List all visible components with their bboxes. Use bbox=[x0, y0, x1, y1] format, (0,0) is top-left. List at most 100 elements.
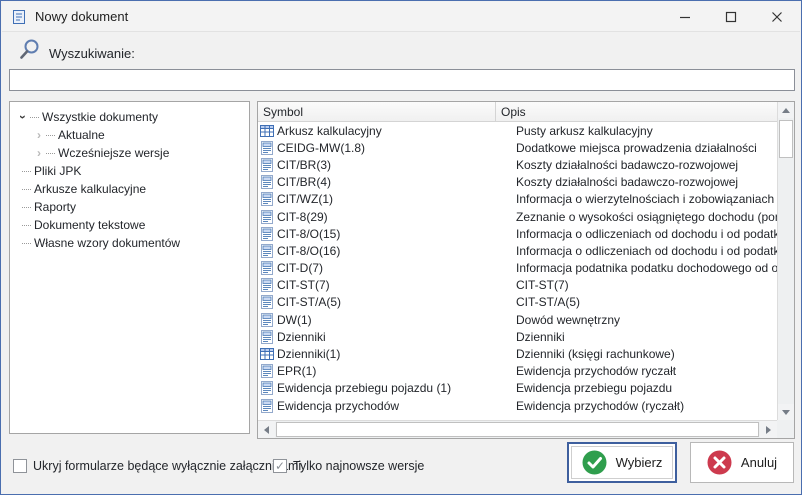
form-icon bbox=[260, 278, 274, 292]
form-icon bbox=[260, 192, 274, 206]
arrow-left-icon bbox=[264, 426, 269, 434]
horizontal-scrollbar[interactable] bbox=[258, 420, 777, 438]
search-label: Wyszukiwanie: bbox=[49, 46, 135, 61]
table-row[interactable]: CIT-ST(7) CIT-ST(7) bbox=[258, 277, 777, 294]
spreadsheet-icon bbox=[260, 124, 274, 138]
tree-item[interactable]: › Aktualne bbox=[10, 126, 249, 144]
hide-attachments-checkbox[interactable]: ✓ bbox=[13, 459, 27, 473]
row-symbol: Ewidencja przychodów bbox=[277, 399, 506, 413]
tree-connector bbox=[22, 189, 31, 190]
table-row[interactable]: Dzienniki Dzienniki bbox=[258, 328, 777, 345]
row-opis: Ewidencja przychodów ryczałt bbox=[506, 364, 777, 378]
tree-item[interactable]: › Dokumenty tekstowe bbox=[10, 216, 249, 234]
scroll-up-button[interactable] bbox=[778, 102, 794, 118]
form-icon bbox=[260, 364, 274, 378]
horizontal-scroll-track[interactable] bbox=[275, 421, 760, 438]
maximize-button[interactable] bbox=[708, 2, 754, 32]
row-symbol: Dzienniki bbox=[277, 330, 506, 344]
tree-item-label: Wszystkie dokumenty bbox=[42, 110, 158, 124]
row-symbol: CIT-8(29) bbox=[277, 210, 506, 224]
document-category-tree[interactable]: › Wszystkie dokumenty › Aktualne › Wcześ… bbox=[9, 101, 250, 434]
close-button[interactable] bbox=[754, 2, 800, 32]
table-row[interactable]: CIT/BR(4) Koszty działalności badawczo-r… bbox=[258, 174, 777, 191]
arrow-right-icon bbox=[766, 426, 771, 434]
chevron-icon[interactable]: › bbox=[34, 148, 44, 158]
newest-versions-checkbox[interactable]: ✓ bbox=[273, 459, 287, 473]
row-opis: Dzienniki bbox=[506, 330, 777, 344]
row-symbol: CIT/WZ(1) bbox=[277, 192, 506, 206]
hide-attachments-label: Ukryj formularze będące wyłącznie załącz… bbox=[33, 459, 301, 473]
scroll-down-button[interactable] bbox=[778, 404, 794, 420]
row-opis: Koszty działalności badawczo-rozwojowej bbox=[506, 175, 777, 189]
newest-versions-checkbox-row[interactable]: ✓ Tylko najnowsze wersje bbox=[273, 459, 424, 473]
tree-item[interactable]: › Pliki JPK bbox=[10, 162, 249, 180]
tree-connector bbox=[30, 117, 39, 118]
chevron-icon[interactable]: › bbox=[34, 130, 44, 140]
hide-attachments-checkbox-row[interactable]: ✓ Ukryj formularze będące wyłącznie załą… bbox=[13, 459, 301, 473]
row-opis: Koszty działalności badawczo-rozwojowej bbox=[506, 158, 777, 172]
table-row[interactable]: CEIDG-MW(1.8) Dodatkowe miejsca prowadze… bbox=[258, 139, 777, 156]
tree-item-label: Aktualne bbox=[58, 128, 105, 142]
row-opis: CIT-ST/A(5) bbox=[506, 295, 777, 309]
row-symbol: CIT-ST(7) bbox=[277, 278, 506, 292]
vertical-scroll-thumb[interactable] bbox=[779, 120, 793, 158]
check-circle-icon bbox=[582, 450, 607, 475]
row-symbol: CIT-8/O(15) bbox=[277, 227, 506, 241]
cancel-button[interactable]: Anuluj bbox=[690, 442, 794, 483]
tree-item[interactable]: › Własne wzory dokumentów bbox=[10, 234, 249, 252]
row-symbol: CIT/BR(4) bbox=[277, 175, 506, 189]
tree-item-label: Własne wzory dokumentów bbox=[34, 236, 180, 250]
table-row[interactable]: Ewidencja przebiegu pojazdu (1) Ewidencj… bbox=[258, 380, 777, 397]
row-opis: Dzienniki (księgi rachunkowe) bbox=[506, 347, 777, 361]
page-title: Nowy dokument bbox=[35, 9, 128, 24]
row-opis: Informacja podatnika podatku dochodowego… bbox=[506, 261, 777, 275]
row-symbol: Ewidencja przebiegu pojazdu (1) bbox=[277, 381, 506, 395]
row-opis: Informacja o odliczeniach od dochodu i o… bbox=[506, 244, 777, 258]
x-circle-icon bbox=[707, 450, 732, 475]
table-row[interactable]: Arkusz kalkulacyjny Pusty arkusz kalkula… bbox=[258, 122, 777, 139]
form-icon bbox=[260, 381, 274, 395]
table-row[interactable]: Dzienniki(1) Dzienniki (księgi rachunkow… bbox=[258, 345, 777, 362]
column-header-opis[interactable]: Opis bbox=[496, 102, 777, 121]
table-row[interactable]: CIT/BR(3) Koszty działalności badawczo-r… bbox=[258, 156, 777, 173]
form-icon bbox=[260, 399, 274, 413]
form-icon bbox=[260, 175, 274, 189]
tree-item[interactable]: › Wszystkie dokumenty bbox=[10, 108, 249, 126]
table-row[interactable]: CIT-D(7) Informacja podatnika podatku do… bbox=[258, 260, 777, 277]
table-row[interactable]: CIT-8(29) Zeznanie o wysokości osiągnięt… bbox=[258, 208, 777, 225]
form-icon bbox=[260, 227, 274, 241]
table-row[interactable]: CIT-ST/A(5) CIT-ST/A(5) bbox=[258, 294, 777, 311]
scroll-left-button[interactable] bbox=[258, 421, 275, 438]
tree-item[interactable]: › Wcześniejsze wersje bbox=[10, 144, 249, 162]
scroll-right-button[interactable] bbox=[760, 421, 777, 438]
table-row[interactable]: CIT-8/O(16) Informacja o odliczeniach od… bbox=[258, 242, 777, 259]
cancel-button-label: Anuluj bbox=[741, 455, 777, 470]
table-row[interactable]: Ewidencja przychodów Ewidencja przychodó… bbox=[258, 397, 777, 414]
new-document-dialog: Nowy dokument Wyszukiwanie: › Wszystkie … bbox=[0, 0, 802, 495]
tree-item[interactable]: › Arkusze kalkulacyjne bbox=[10, 180, 249, 198]
minimize-button[interactable] bbox=[662, 2, 708, 32]
table-row[interactable]: DW(1) Dowód wewnętrzny bbox=[258, 311, 777, 328]
form-icon bbox=[260, 210, 274, 224]
search-icon bbox=[18, 37, 42, 61]
vertical-scrollbar[interactable] bbox=[777, 102, 794, 420]
tree-connector bbox=[22, 243, 31, 244]
row-opis: Zeznanie o wysokości osiągniętego dochod… bbox=[506, 210, 777, 224]
vertical-scroll-track[interactable] bbox=[778, 118, 794, 404]
chevron-icon[interactable]: › bbox=[18, 112, 28, 122]
search-input[interactable] bbox=[9, 69, 795, 91]
minimize-icon bbox=[679, 11, 691, 23]
table-row[interactable]: CIT/WZ(1) Informacja o wierzytelnościach… bbox=[258, 191, 777, 208]
table-row[interactable]: CIT-8/O(15) Informacja o odliczeniach od… bbox=[258, 225, 777, 242]
row-opis: Dowód wewnętrzny bbox=[506, 313, 777, 327]
title-bar[interactable]: Nowy dokument bbox=[2, 2, 800, 32]
tree-connector bbox=[46, 135, 55, 136]
horizontal-scroll-thumb[interactable] bbox=[276, 422, 759, 437]
document-list: Symbol Opis Arkusz kalkulacyjny Pusty ar… bbox=[257, 101, 795, 439]
tree-item[interactable]: › Raporty bbox=[10, 198, 249, 216]
row-opis: Pusty arkusz kalkulacyjny bbox=[506, 124, 777, 138]
table-row[interactable]: EPR(1) Ewidencja przychodów ryczałt bbox=[258, 363, 777, 380]
column-header-symbol[interactable]: Symbol bbox=[258, 102, 496, 121]
row-opis: Dodatkowe miejsca prowadzenia działalnoś… bbox=[506, 141, 777, 155]
select-button[interactable]: Wybierz bbox=[567, 442, 677, 483]
